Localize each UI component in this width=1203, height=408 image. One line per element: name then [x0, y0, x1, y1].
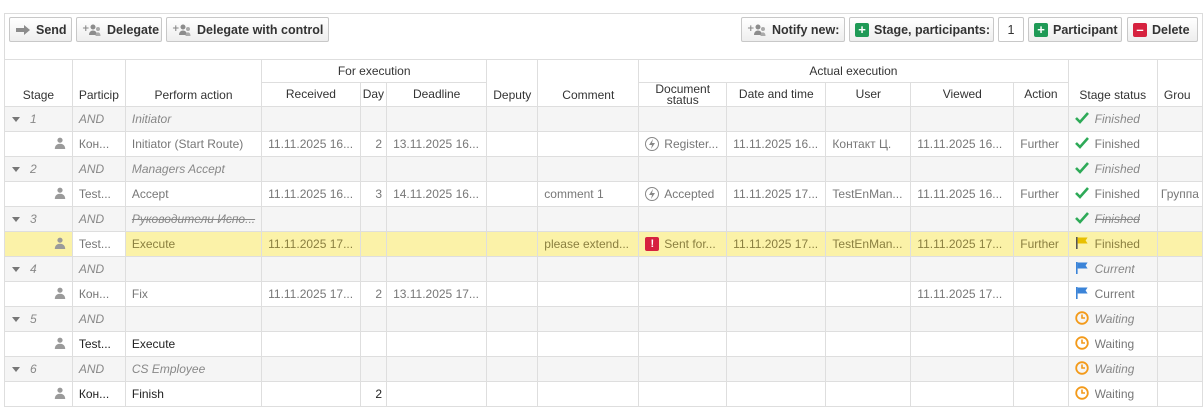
col-perform-action[interactable]: Perform action: [124, 59, 263, 107]
svg-text:+: +: [172, 24, 180, 34]
toolbar: Send + Delegate + Delegate with control …: [4, 13, 1203, 59]
person-icon: [54, 387, 66, 402]
arrow-right-icon: [15, 24, 31, 36]
plus-icon: +: [1034, 22, 1048, 37]
add-participant-button[interactable]: + Participant: [1028, 17, 1122, 42]
checkmark-icon: [1074, 186, 1089, 202]
participant-row[interactable]: Test... Accept 11.11.2025 16... 3 14.11.…: [4, 181, 1203, 207]
notify-new-button[interactable]: + Notify new:: [741, 17, 845, 42]
checkmark-icon: [1074, 211, 1089, 227]
chevron-down-icon[interactable]: [12, 266, 20, 272]
col-deadline[interactable]: Deadline: [386, 82, 488, 107]
stage-row[interactable]: 6 AND CS Employee Waiting: [4, 356, 1203, 382]
col-document-status[interactable]: Document status: [638, 82, 728, 107]
flag-icon: [1075, 236, 1089, 252]
lightning-icon: [645, 187, 660, 201]
stage-row[interactable]: 3 AND Руководители Испо... Finished: [4, 206, 1203, 232]
person-icon: [54, 287, 66, 302]
stage-row[interactable]: 5 AND Waiting: [4, 306, 1203, 332]
col-group-actual-execution: Actual execution: [638, 59, 1069, 83]
plus-icon: +: [855, 22, 869, 37]
delegate-button[interactable]: + Delegate: [76, 17, 162, 42]
people-plus-icon: +: [82, 23, 102, 37]
checkmark-icon: [1074, 136, 1089, 152]
col-group[interactable]: Grou: [1156, 59, 1203, 107]
alert-icon: !: [645, 237, 660, 251]
people-plus-icon: +: [172, 23, 192, 37]
col-participant[interactable]: Particip: [71, 59, 126, 107]
flag-icon: [1075, 261, 1089, 277]
svg-text:+: +: [82, 24, 90, 34]
delegate-with-control-button[interactable]: + Delegate with control: [166, 17, 329, 42]
clock-icon: [1074, 385, 1089, 403]
col-received[interactable]: Received: [261, 82, 361, 107]
chevron-down-icon[interactable]: [12, 216, 20, 222]
col-date-time[interactable]: Date and time: [726, 82, 827, 107]
svg-text:+: +: [747, 24, 755, 34]
clock-icon: [1074, 310, 1089, 328]
person-icon: [54, 237, 66, 252]
participant-row[interactable]: Кон... Finish 2 Waiting: [4, 381, 1203, 407]
col-deputy[interactable]: Deputy: [486, 59, 539, 107]
chevron-down-icon[interactable]: [12, 116, 20, 122]
stage-count-input[interactable]: 1: [998, 17, 1024, 42]
participant-row[interactable]: Test... Execute Waiting: [4, 331, 1203, 357]
checkmark-icon: [1074, 161, 1089, 177]
stage-row[interactable]: 1 AND Initiator Finished: [4, 106, 1203, 132]
col-comment[interactable]: Comment: [537, 59, 640, 107]
person-icon: [54, 337, 66, 352]
clock-icon: [1074, 335, 1089, 353]
col-days[interactable]: Day: [359, 82, 388, 107]
chevron-down-icon[interactable]: [12, 166, 20, 172]
people-plus-icon: +: [747, 23, 767, 37]
participant-row[interactable]: Кон... Fix 11.11.2025 17... 2 13.11.2025…: [4, 281, 1203, 307]
person-icon: [54, 137, 66, 152]
col-stage-status[interactable]: Stage status: [1067, 59, 1158, 107]
flag-icon: [1075, 286, 1089, 302]
delete-button[interactable]: – Delete: [1127, 17, 1198, 42]
stage-row[interactable]: 4 AND Current: [4, 256, 1203, 282]
col-group-for-execution: For execution: [261, 59, 488, 83]
send-button[interactable]: Send: [9, 17, 72, 42]
stage-participants-button[interactable]: + Stage, participants:: [849, 17, 994, 42]
stage-row[interactable]: 2 AND Managers Accept Finished: [4, 156, 1203, 182]
lightning-icon: [645, 137, 660, 151]
participant-row[interactable]: Кон... Initiator (Start Route) 11.11.202…: [4, 131, 1203, 157]
col-user[interactable]: User: [825, 82, 912, 107]
col-viewed[interactable]: Viewed: [910, 82, 1015, 107]
chevron-down-icon[interactable]: [12, 366, 20, 372]
route-grid: Stage Particip Perform action For execut…: [4, 59, 1203, 407]
minus-icon: –: [1133, 22, 1147, 37]
col-action[interactable]: Action: [1013, 82, 1069, 107]
participant-row-selected[interactable]: Test... Execute 11.11.2025 17... please …: [4, 231, 1203, 257]
person-icon: [54, 187, 66, 202]
checkmark-icon: [1074, 111, 1089, 127]
chevron-down-icon[interactable]: [12, 316, 20, 322]
col-stage[interactable]: Stage: [4, 59, 73, 107]
clock-icon: [1074, 360, 1089, 378]
